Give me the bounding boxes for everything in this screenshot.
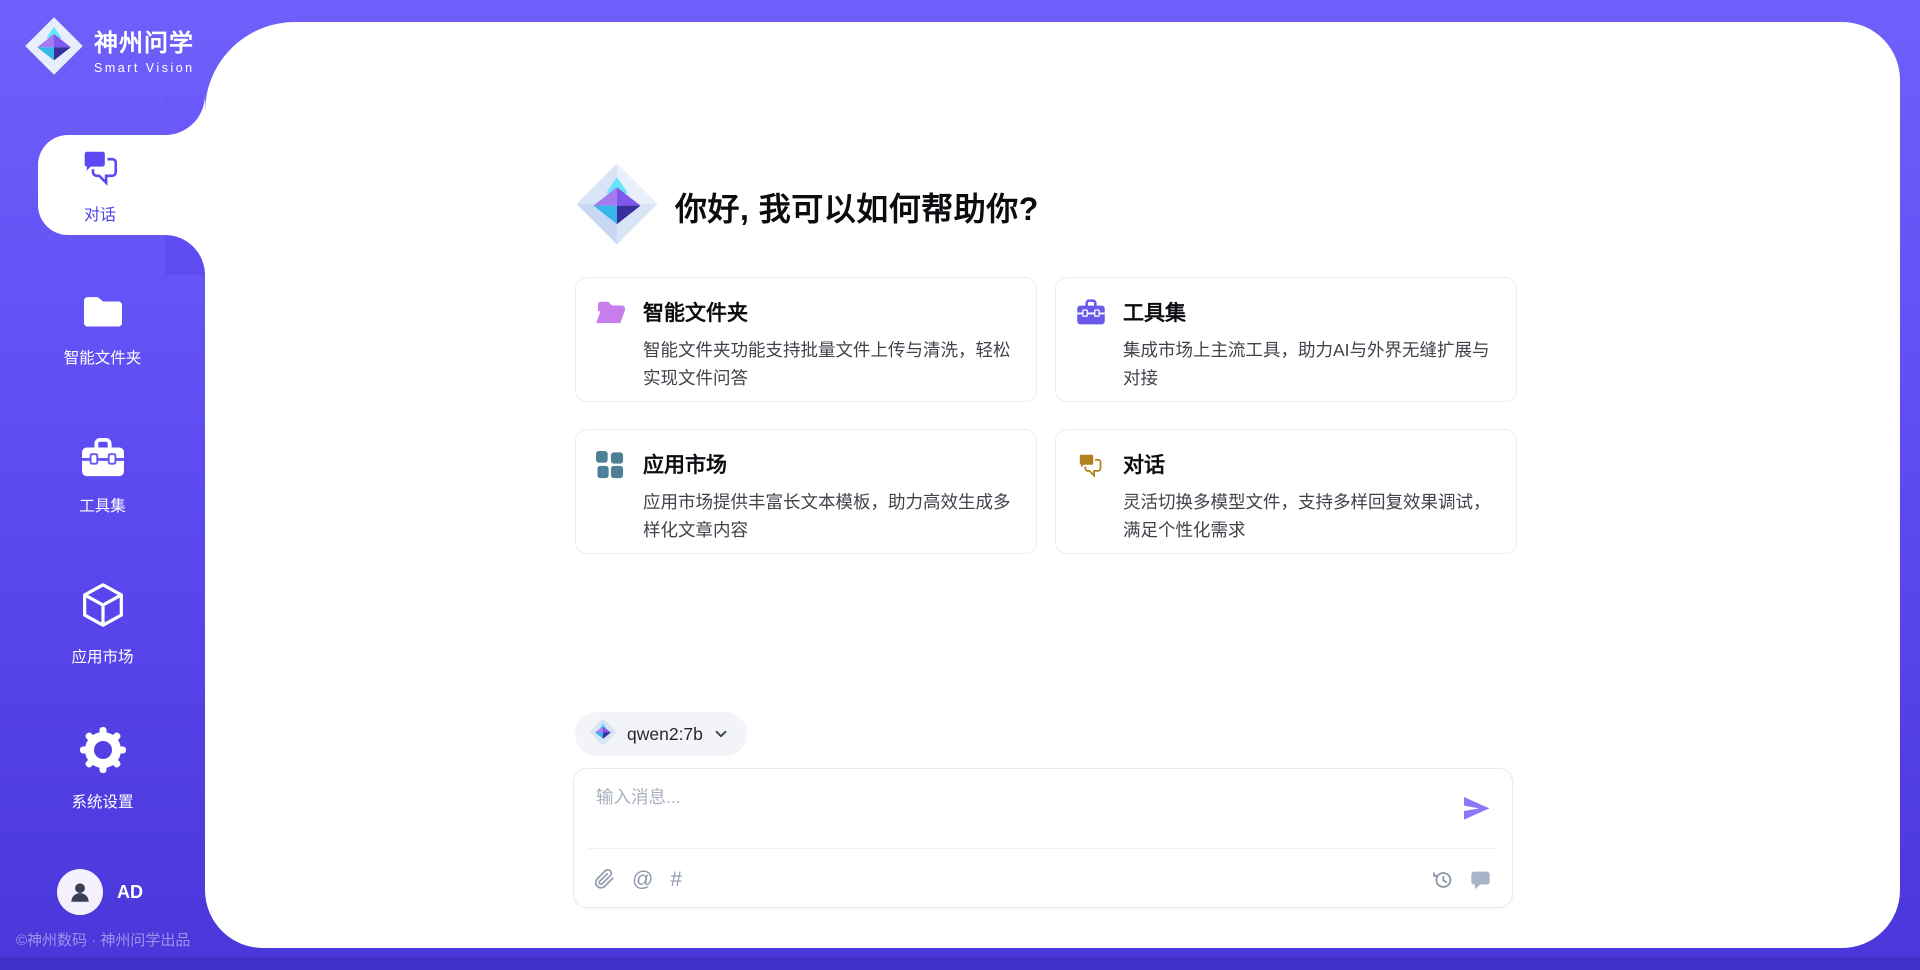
card-title: 工具集 — [1123, 297, 1496, 327]
card-description: 智能文件夹功能支持批量文件上传与清洗，轻松实现文件问答 — [643, 336, 1016, 392]
card-title: 应用市场 — [643, 449, 1016, 479]
sidebar-item-toolset[interactable]: 工具集 — [0, 438, 205, 516]
toolbox-icon — [1076, 297, 1106, 401]
sidebar-item-label: 对话 — [84, 201, 116, 225]
chat-icon — [1076, 449, 1106, 553]
sidebar-item-chat[interactable]: 对话 — [38, 135, 220, 235]
sidebar-item-label: 智能文件夹 — [64, 346, 142, 368]
brand-diamond-logo-icon — [575, 161, 659, 252]
diamond-logo-icon — [589, 718, 617, 751]
toolbox-icon — [80, 438, 126, 483]
at-icon[interactable]: @ — [632, 869, 653, 890]
message-composer: @ # — [573, 768, 1513, 908]
user-profile[interactable]: AD — [57, 869, 143, 915]
model-name: qwen2:7b — [627, 724, 703, 745]
active-tab-fillet-bottom — [165, 235, 205, 275]
active-tab-fillet-top — [165, 95, 205, 135]
chat-icon — [79, 146, 121, 193]
feature-cards-grid: 智能文件夹 智能文件夹功能支持批量文件上传与清洗，轻松实现文件问答 工具集 集成… — [575, 277, 1519, 554]
composer-toolbar-left: @ # — [594, 868, 682, 890]
greeting-row: 你好, 我可以如何帮助你? — [575, 161, 1039, 252]
card-toolset[interactable]: 工具集 集成市场上主流工具，助力AI与外界无缝扩展与对接 — [1055, 277, 1517, 402]
sidebar-item-smart-folder[interactable]: 智能文件夹 — [0, 292, 205, 368]
history-icon[interactable] — [1432, 869, 1453, 890]
card-smart-folder[interactable]: 智能文件夹 智能文件夹功能支持批量文件上传与清洗，轻松实现文件问答 — [575, 277, 1037, 402]
open-folder-icon — [596, 297, 626, 401]
bottom-edge-bar — [0, 957, 1920, 970]
main-content-card: 你好, 我可以如何帮助你? 智能文件夹 智能文件夹功能支持批量文件上传与清洗，轻… — [205, 22, 1900, 948]
card-title: 智能文件夹 — [643, 297, 1016, 327]
brand-name: 神州问学 — [94, 23, 195, 58]
card-title: 对话 — [1123, 449, 1496, 479]
greeting-text: 你好, 我可以如何帮助你? — [675, 184, 1039, 230]
diamond-logo-icon — [24, 15, 84, 82]
composer-toolbar-right — [1432, 868, 1492, 890]
composer-divider — [588, 848, 1498, 849]
sidebar-footer-text: ©神州数码 · 神州问学出品 — [16, 929, 190, 950]
sidebar-item-settings[interactable]: 系统设置 — [0, 726, 205, 812]
card-description: 集成市场上主流工具，助力AI与外界无缝扩展与对接 — [1123, 336, 1496, 392]
card-description: 灵活切换多模型文件，支持多样回复效果调试，满足个性化需求 — [1123, 488, 1496, 544]
paperclip-icon[interactable] — [594, 868, 615, 890]
brand-logo: 神州问学 Smart Vision — [24, 15, 195, 82]
chevron-down-icon — [713, 726, 729, 742]
folder-icon — [80, 292, 126, 335]
gear-icon — [79, 726, 127, 779]
card-chat[interactable]: 对话 灵活切换多模型文件，支持多样回复效果调试，满足个性化需求 — [1055, 429, 1517, 554]
brand-subtitle: Smart Vision — [94, 61, 195, 75]
sidebar: 神州问学 Smart Vision 对话 智能文件夹 — [0, 0, 205, 970]
sidebar-item-label: 应用市场 — [71, 645, 133, 667]
card-description: 应用市场提供丰富长文本模板，助力高效生成多样化文章内容 — [643, 488, 1016, 544]
grid-icon — [596, 449, 626, 553]
send-icon[interactable] — [1460, 793, 1492, 825]
user-name: AD — [117, 882, 143, 903]
sidebar-item-label: 系统设置 — [71, 790, 133, 812]
model-selector[interactable]: qwen2:7b — [575, 712, 747, 756]
cube-icon — [81, 581, 125, 634]
card-app-market[interactable]: 应用市场 应用市场提供丰富长文本模板，助力高效生成多样化文章内容 — [575, 429, 1037, 554]
chat-bubble-icon[interactable] — [1469, 868, 1492, 890]
message-input[interactable] — [596, 787, 1436, 808]
avatar — [57, 869, 103, 915]
sidebar-item-label: 工具集 — [79, 494, 126, 516]
hash-icon[interactable]: # — [670, 869, 682, 890]
sidebar-item-app-market[interactable]: 应用市场 — [0, 581, 205, 667]
